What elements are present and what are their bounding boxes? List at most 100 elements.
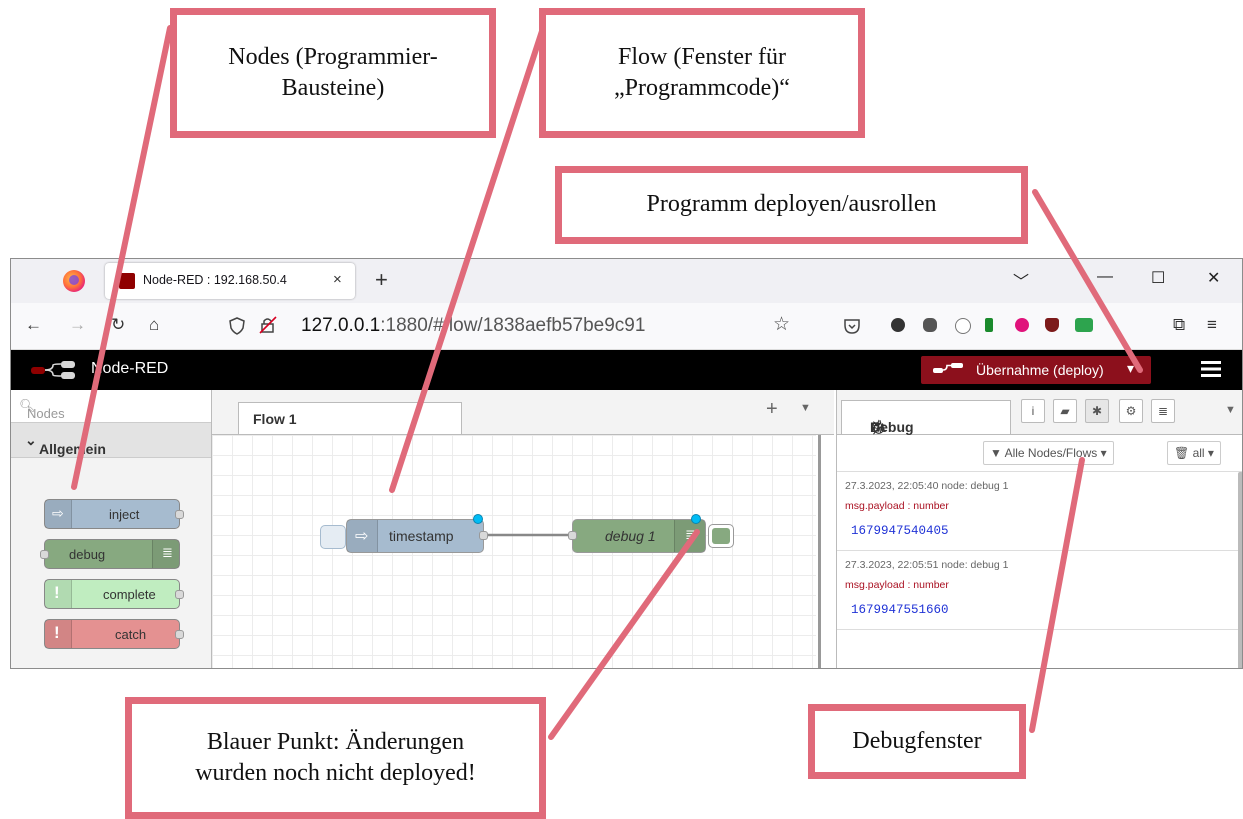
deploy-menu-caret-icon[interactable]: ▾ [1127,360,1134,377]
wire[interactable] [212,435,816,669]
output-port [175,630,184,639]
output-port[interactable] [479,531,488,540]
flow-node-timestamp[interactable]: ⇨ timestamp [346,514,488,553]
callout-flow: Flow (Fenster für „Programmcode)“ [539,8,865,138]
bookmark-star-icon[interactable]: ☆ [773,313,790,336]
firefox-icon[interactable] [63,270,85,292]
sidebar-tab-bar: 🐞︎ Debug i ▰ ✱ ⚙ ≣ ▼ [837,390,1242,435]
node-red-header: Node-RED Übernahme (deploy) ▾ [11,350,1242,390]
message-meta: 27.3.2023, 22:05:40 node: debug 1 [845,480,1009,492]
palette-node-complete[interactable]: ! complete [44,579,184,609]
help-book-icon[interactable]: ▰ [1053,399,1077,423]
flow-canvas[interactable]: ⇨ timestamp debug 1 ≣ [212,435,816,669]
tab-flow-1[interactable]: Flow 1 [238,402,462,434]
sidebar-menu-caret-icon[interactable]: ▼ [1225,404,1236,416]
forward-icon[interactable]: → [69,315,86,335]
pocket-icon[interactable] [843,317,861,335]
extension-m-icon[interactable] [891,318,905,332]
message-path: msg.payload : number [845,500,949,512]
changed-indicator-dot [691,514,701,524]
url-text[interactable]: 127.0.0.1:1880/#flow/1838aefb57be9c91 [301,315,645,337]
debug-message[interactable]: 27.3.2023, 22:05:51 node: debug 1 msg.pa… [837,551,1242,630]
message-value[interactable]: 1679947540405 [851,524,949,538]
sidebar-scrollbar[interactable] [1238,472,1242,668]
palette-node-inject[interactable]: ⇨ inject [44,499,184,529]
flow-node-debug-1[interactable]: debug 1 ≣ [568,514,706,553]
palette-node-label: complete [103,587,156,602]
message-meta: 27.3.2023, 22:05:51 node: debug 1 [845,559,1009,571]
insecure-lock-icon[interactable] [259,316,277,334]
message-value[interactable]: 1679947551660 [851,603,949,617]
exclamation-icon: ! [45,580,72,608]
palette-filter-placeholder: 🔍︎ Nodes filtern [19,398,65,436]
close-tab-icon[interactable]: × [333,271,342,288]
extension-vpn-icon[interactable] [1045,318,1059,332]
palette-node-label: inject [109,507,140,522]
output-port [175,510,184,519]
palette-category-allgemein[interactable]: ⌄ Allgemein [11,423,211,458]
category-label: ⌄ Allgemein [25,432,106,457]
debug-message[interactable]: 27.3.2023, 22:05:40 node: debug 1 msg.pa… [837,472,1242,551]
flow-workspace: Flow 1 + ▼ ⇨ timestamp debug 1 ≣ [212,390,834,669]
info-icon[interactable]: i [1021,399,1045,423]
config-gear-icon[interactable]: ⚙ [1119,399,1143,423]
inject-arrow-icon: ⇨ [347,520,378,552]
add-flow-icon[interactable]: + [766,398,778,421]
inject-arrow-icon: ⇨ [45,500,72,528]
extension-cookie-icon[interactable] [923,318,937,332]
home-icon[interactable]: ⌂ [149,315,159,335]
palette-node-catch[interactable]: ! catch [44,619,184,649]
list-tabs-icon[interactable]: ﹀ [1013,268,1029,292]
maximize-button[interactable]: ☐ [1151,268,1165,288]
extensions-puzzle-icon[interactable]: ⧉ [1173,315,1185,335]
shield-icon[interactable] [229,317,245,335]
node-red-logo-icon [31,361,75,379]
reload-icon[interactable]: ↻ [111,315,125,335]
palette-filter-input[interactable]: 🔍︎ Nodes filtern [11,390,211,436]
filter-nodes-button[interactable]: ▼ Alle Nodes/Flows ▾ [983,441,1114,465]
deploy-icon [933,363,963,373]
exclamation-icon: ! [45,620,72,648]
extension-ip-icon[interactable] [955,318,971,334]
back-icon[interactable]: ← [25,315,42,335]
extension-m2-icon[interactable] [1015,318,1029,332]
node-palette: 🔍︎ Nodes filtern ⌄ Allgemein ⇨ inject de… [11,390,212,668]
app-menu-icon[interactable]: ≡ [1207,315,1217,335]
debug-toggle-button[interactable] [708,524,734,548]
browser-tab[interactable]: Node-RED : 192.168.50.4 × [105,263,355,299]
extension-e-icon[interactable] [985,318,993,332]
flow-node-label: timestamp [389,528,454,544]
palette-node-label: catch [115,627,147,642]
flow-list-caret-icon[interactable]: ▼ [800,402,811,414]
deploy-label: Übernahme (deploy) [976,362,1104,378]
tab-bar: Node-RED : 192.168.50.4 × + ﹀ — ☐ ✕ [11,259,1242,303]
inject-trigger-button[interactable] [320,525,346,549]
node-red-favicon-icon [119,273,135,289]
deploy-button[interactable]: Übernahme (deploy) ▾ [921,356,1151,384]
callout-blue-dot: Blauer Punkt: Änderungen wurden noch nic… [125,697,546,819]
message-path: msg.payload : number [845,579,949,591]
tab-title: Node-RED : 192.168.50.4 [143,273,287,287]
context-data-icon[interactable]: ≣ [1151,399,1175,423]
debug-toolbar: ▼ Alle Nodes/Flows ▾ 🗑︎ all ▾ [837,435,1242,472]
url-bar[interactable]: 127.0.0.1:1880/#flow/1838aefb57be9c91 ☆ [221,310,795,342]
flow-node-label: debug 1 [605,528,656,544]
clear-messages-button[interactable]: 🗑︎ all ▾ [1167,441,1221,465]
new-tab-button[interactable]: + [375,267,388,293]
extension-green-icon[interactable] [1075,318,1093,332]
input-port[interactable] [568,531,577,540]
debug-sidebar: 🐞︎ Debug i ▰ ✱ ⚙ ≣ ▼ ▼ Alle Nodes/Flows … [836,390,1242,668]
debug-bug-icon[interactable]: ✱ [1085,399,1109,423]
tab-debug[interactable]: 🐞︎ Debug [841,400,1011,435]
palette-node-debug[interactable]: debug ≣ [40,539,180,569]
app-title: Node-RED [91,360,169,377]
minimize-button[interactable]: — [1097,268,1113,286]
close-window-button[interactable]: ✕ [1207,268,1220,288]
debug-list-icon: ≣ [674,520,705,552]
callout-nodes: Nodes (Programmier- Bausteine) [170,8,496,138]
workspace-scrollbar[interactable] [818,435,821,668]
callout-deploy: Programm deployen/ausrollen [555,166,1028,244]
output-port [175,590,184,599]
debug-list-icon: ≣ [152,540,179,568]
main-menu-icon[interactable] [1201,359,1221,379]
